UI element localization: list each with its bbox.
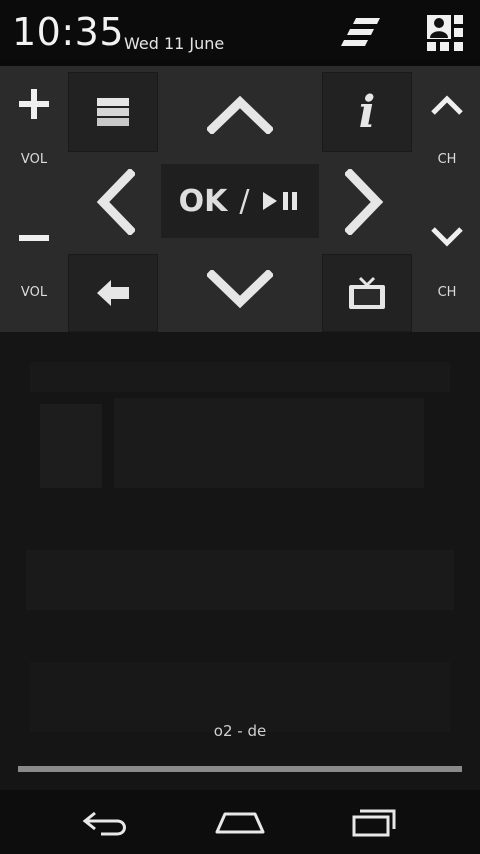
dpad-up-button[interactable] <box>190 86 290 142</box>
play-pause-icon <box>263 192 298 210</box>
playback-progress-bar[interactable] <box>18 766 462 772</box>
volume-down-button[interactable] <box>6 212 62 264</box>
ok-text: OK <box>178 183 228 219</box>
vol-down-label: VOL <box>20 285 48 300</box>
ch-up-label: CH <box>437 152 457 167</box>
volume-up-button[interactable] <box>6 78 62 130</box>
arrow-left-icon <box>96 169 135 235</box>
dpad-down-button[interactable] <box>190 262 290 318</box>
channel-up-button[interactable] <box>420 82 474 128</box>
ok-play-pause-button[interactable]: OK / <box>161 164 319 238</box>
bg-shape <box>114 398 424 488</box>
back-arrow-icon <box>97 280 129 306</box>
quick-settings-icon[interactable] <box>340 16 386 50</box>
tv-icon <box>349 276 385 309</box>
playback-progress-fill <box>18 766 462 772</box>
dpad-left-button[interactable] <box>88 168 142 236</box>
chevron-up-icon <box>431 95 463 115</box>
recents-icon <box>352 809 396 837</box>
arrow-right-icon <box>345 169 384 235</box>
minus-icon <box>19 235 49 241</box>
navigation-bar <box>0 790 480 854</box>
dpad-right-button[interactable] <box>338 168 392 236</box>
info-icon: i <box>358 86 376 138</box>
home-icon <box>215 812 265 834</box>
remote-control-panel: VOL VOL i CH OK / CH <box>0 66 480 334</box>
bg-shape <box>40 404 102 488</box>
arrow-up-icon <box>207 95 273 134</box>
nav-home-button[interactable] <box>204 802 276 842</box>
back-icon <box>82 811 126 836</box>
arrow-down-icon <box>207 270 273 309</box>
back-key-button[interactable] <box>68 254 158 332</box>
info-button[interactable]: i <box>322 72 412 152</box>
chevron-down-icon <box>431 227 463 247</box>
ok-separator: / <box>239 183 250 219</box>
clock: 10:35 <box>12 10 125 54</box>
date: Wed 11 June <box>124 34 225 53</box>
nav-back-button[interactable] <box>70 802 142 842</box>
bg-shape <box>30 362 450 392</box>
vol-up-label: VOL <box>20 152 48 167</box>
plus-icon <box>19 89 49 119</box>
bg-shape <box>26 550 454 610</box>
menu-button[interactable] <box>68 72 158 152</box>
tv-button[interactable] <box>322 254 412 332</box>
menu-icon <box>97 98 129 126</box>
nav-recents-button[interactable] <box>338 802 410 842</box>
status-bar: 10:35 Wed 11 June <box>0 0 480 66</box>
ch-down-label: CH <box>437 285 457 300</box>
channel-name: o2 - de <box>213 722 267 740</box>
user-profile-icon[interactable] <box>426 14 464 52</box>
channel-down-button[interactable] <box>420 214 474 260</box>
